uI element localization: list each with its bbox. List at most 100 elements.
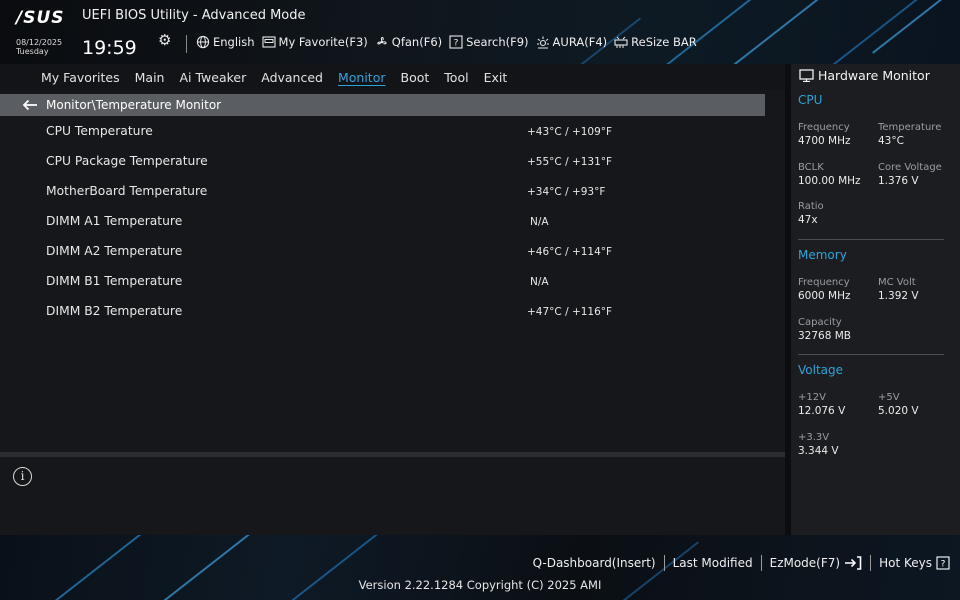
tab-monitor[interactable]: Monitor [338, 70, 386, 85]
fan-icon [377, 36, 387, 45]
hw-key: +5V [878, 392, 900, 403]
favorite-icon [261, 36, 276, 48]
hw-key: Temperature [878, 122, 942, 133]
qfan-button[interactable]: Qfan(F6) [375, 35, 442, 49]
version-text: Version 2.22.1284 Copyright (C) 2025 AMI [358, 578, 602, 592]
temperature-list: CPU Temperature +43°C / +109°F CPU Packa… [0, 116, 765, 326]
hw-value: 3.344 V [798, 445, 839, 457]
hw-value: 6000 MHz [798, 290, 851, 302]
clock: 19:59 [82, 37, 137, 59]
language-label: English [213, 35, 255, 49]
header-divider [186, 35, 187, 53]
hw-voltage-heading: Voltage [798, 363, 844, 377]
hw-divider [798, 354, 944, 355]
hw-voltage-3v3: +3.3V 3.344 V [798, 431, 878, 458]
hw-value: 47x [798, 214, 818, 226]
hw-value: 5.020 V [878, 405, 919, 417]
ez-mode-button[interactable]: EzMode(F7) [770, 556, 862, 570]
row-label: CPU Temperature [46, 124, 153, 138]
hw-value: 43°C [878, 135, 904, 147]
footer-divider [760, 555, 762, 571]
svg-text:?: ? [454, 39, 459, 49]
hw-memory-mc-volt: MC Volt 1.392 V [878, 276, 958, 303]
hw-key: Frequency [798, 122, 850, 133]
row-value: N/A [530, 276, 549, 288]
toolbar: English My Favorite(F3) Qfan(F6) ? Searc… [196, 35, 697, 49]
tab-boot[interactable]: Boot [401, 70, 430, 85]
row-label: DIMM A2 Temperature [46, 244, 183, 258]
hw-voltage-12v: +12V 12.076 V [798, 391, 878, 418]
footer-bar: Q-Dashboard(Insert) Last Modified EzMode… [0, 535, 960, 600]
hot-keys-button[interactable]: Hot Keys ? [879, 556, 950, 570]
asus-logo: /SUS [16, 8, 65, 28]
hw-value: 100.00 MHz [798, 175, 861, 187]
my-favorite-button[interactable]: My Favorite(F3) [261, 35, 368, 49]
hw-cpu-frequency: Frequency 4700 MHz [798, 121, 878, 148]
hw-key: +12V [798, 392, 826, 403]
hw-value: 12.076 V [798, 405, 846, 417]
hw-cpu-temperature: Temperature 43°C [878, 121, 958, 148]
tab-ai-tweaker[interactable]: Ai Tweaker [179, 70, 246, 85]
help-key-icon: ? [936, 556, 950, 570]
aura-button[interactable]: AURA(F4) [536, 35, 608, 49]
app-title: UEFI BIOS Utility - Advanced Mode [82, 8, 306, 23]
search-button[interactable]: ? Search(F9) [449, 35, 529, 49]
footer-divider [663, 555, 665, 571]
hot-keys-label: Hot Keys [879, 556, 932, 570]
date-display: 08/12/2025 Tuesday [16, 38, 62, 56]
hw-memory-capacity: Capacity 32768 MB [798, 316, 878, 343]
back-arrow-icon[interactable] [22, 99, 38, 111]
temp-row-dimm-b2[interactable]: DIMM B2 Temperature +47°C / +116°F [0, 296, 765, 326]
gear-icon[interactable]: ⚙ [158, 31, 171, 49]
ez-mode-label: EzMode(F7) [769, 556, 841, 570]
language-button[interactable]: English [196, 35, 255, 49]
aura-label: AURA(F4) [552, 35, 608, 49]
hw-cpu-ratio: Ratio 47x [798, 200, 878, 227]
tab-my-favorites[interactable]: My Favorites [41, 70, 120, 85]
day-text: Tuesday [16, 47, 49, 56]
temp-row-dimm-b1[interactable]: DIMM B1 Temperature N/A [0, 266, 765, 296]
row-value: +46°C / +114°F [527, 246, 613, 258]
hw-cpu-core-voltage: Core Voltage 1.376 V [878, 161, 958, 188]
footer-divider [870, 555, 872, 571]
hw-title-text: Hardware Monitor [818, 67, 930, 83]
monitor-icon [799, 68, 814, 82]
temp-row-dimm-a1[interactable]: DIMM A1 Temperature N/A [0, 206, 765, 236]
tab-advanced[interactable]: Advanced [261, 70, 323, 85]
hw-title: Hardware Monitor [799, 66, 930, 84]
tab-exit[interactable]: Exit [484, 70, 508, 85]
info-icon: i [13, 467, 32, 486]
temp-row-cpu-package[interactable]: CPU Package Temperature +55°C / +131°F [0, 146, 765, 176]
hw-value: 1.376 V [878, 175, 919, 187]
resize-bar-button[interactable]: ReSize BAR [614, 35, 697, 49]
tab-tool[interactable]: Tool [444, 70, 468, 85]
q-dashboard-button[interactable]: Q-Dashboard(Insert) [533, 556, 656, 570]
help-panel: i [0, 457, 785, 535]
row-value: +55°C / +131°F [527, 156, 613, 168]
hardware-monitor: Hardware Monitor CPU Frequency 4700 MHz … [791, 64, 960, 535]
temp-row-dimm-a2[interactable]: DIMM A2 Temperature +46°C / +114°F [0, 236, 765, 266]
search-label: Search(F9) [466, 35, 529, 49]
tab-main[interactable]: Main [135, 70, 165, 85]
hw-memory-frequency: Frequency 6000 MHz [798, 276, 878, 303]
hw-cpu-bclk: BCLK 100.00 MHz [798, 161, 878, 188]
temp-row-cpu[interactable]: CPU Temperature +43°C / +109°F [0, 116, 765, 146]
row-label: CPU Package Temperature [46, 154, 208, 168]
hw-cpu-heading: CPU [798, 93, 823, 107]
hw-key: +3.3V [798, 432, 830, 443]
hw-memory-heading: Memory [798, 248, 847, 262]
temp-row-motherboard[interactable]: MotherBoard Temperature +34°C / +93°F [0, 176, 765, 206]
qfan-label: Qfan(F6) [391, 35, 443, 49]
header-bar: /SUS UEFI BIOS Utility - Advanced Mode 0… [0, 0, 960, 64]
row-value: N/A [530, 216, 549, 228]
row-value: +43°C / +109°F [527, 126, 613, 138]
hw-divider [798, 239, 944, 240]
globe-icon [196, 35, 210, 49]
svg-text:?: ? [941, 560, 946, 570]
footer-links: Q-Dashboard(Insert) Last Modified EzMode… [533, 555, 950, 571]
main-panel: Monitor\Temperature Monitor CPU Temperat… [0, 90, 785, 452]
row-value: +34°C / +93°F [527, 186, 606, 198]
breadcrumb-path: Monitor\Temperature Monitor [46, 98, 222, 112]
last-modified-button[interactable]: Last Modified [673, 556, 753, 570]
aura-icon [536, 36, 549, 49]
